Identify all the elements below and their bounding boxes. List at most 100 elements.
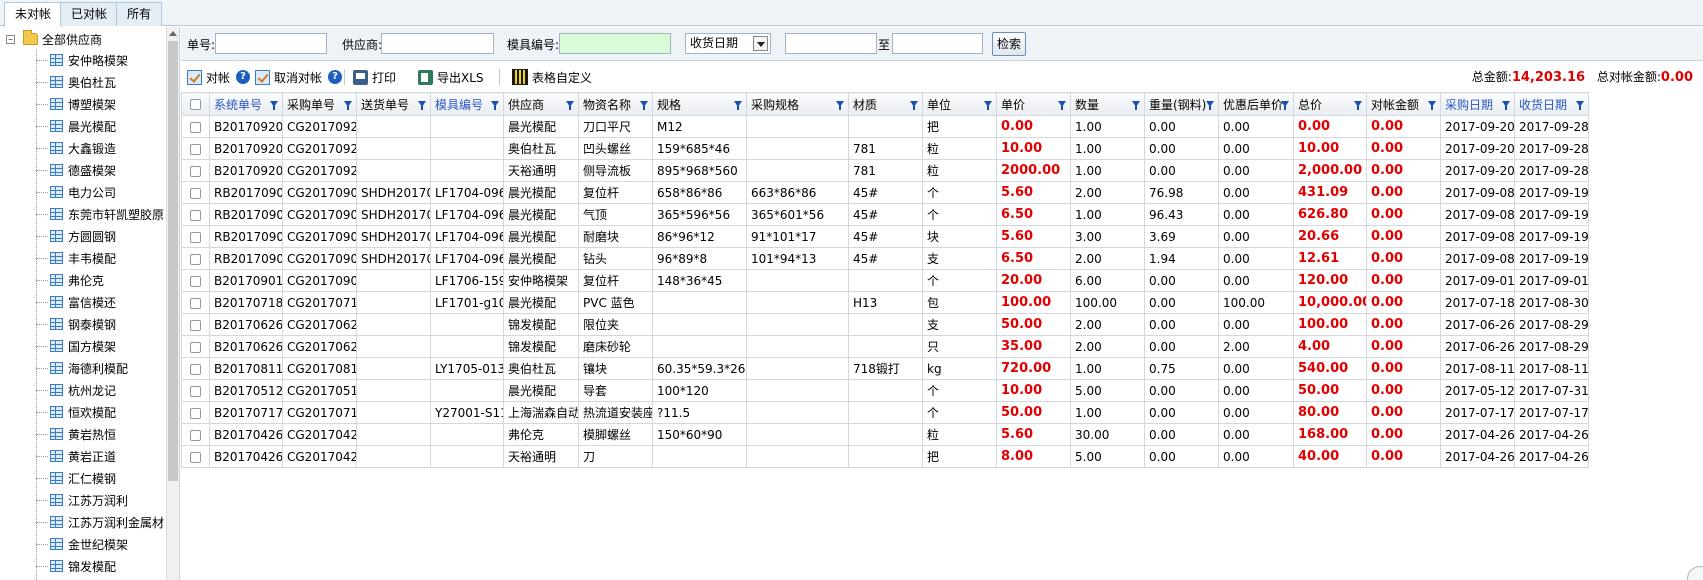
row-checkbox[interactable]	[190, 253, 201, 265]
tree-item-supplier[interactable]: 大鑫锻造	[0, 137, 164, 159]
tree-item-supplier[interactable]: 国方模架	[0, 335, 164, 357]
resize-handle[interactable]	[1687, 566, 1703, 580]
date-type-select[interactable]: 收货日期	[685, 33, 771, 54]
tree-item-supplier[interactable]: 富信模还	[0, 291, 164, 313]
order-no-input[interactable]	[215, 33, 327, 54]
column-header[interactable]: 重量(钢料)	[1144, 92, 1219, 116]
filter-icon[interactable]	[491, 101, 499, 110]
filter-icon[interactable]	[1132, 101, 1140, 110]
help-icon[interactable]: ?	[236, 70, 251, 84]
tree-item-supplier[interactable]: 钢泰模钢	[0, 313, 164, 335]
filter-icon[interactable]	[1281, 101, 1289, 110]
table-row[interactable]: B2017090100CG201709010 LF1706-159-1安仲略模架复…	[181, 269, 1589, 292]
tab-all[interactable]: 所有	[116, 2, 163, 26]
export-xls-button[interactable]: 导出XLS	[418, 68, 484, 86]
table-row[interactable]: B2017062600CG201706260锦发模配限位夹支50.002.000…	[181, 313, 1589, 336]
row-checkbox[interactable]	[190, 121, 201, 133]
date-from-input[interactable]	[785, 33, 877, 54]
row-checkbox[interactable]	[190, 165, 201, 177]
column-header[interactable]: 单位	[922, 92, 997, 116]
table-row[interactable]: RB20170908CG201709080SHDH201709LF1704-09…	[181, 247, 1589, 270]
column-header[interactable]: 数量	[1070, 92, 1145, 116]
help-icon[interactable]: ?	[328, 70, 343, 84]
filter-icon[interactable]	[418, 101, 426, 110]
row-checkbox[interactable]	[190, 407, 201, 419]
tree-item-supplier[interactable]: 江苏万润利	[0, 489, 164, 511]
row-checkbox[interactable]	[190, 297, 201, 309]
table-row[interactable]: B2017092000CG201709200 奥伯杜瓦凹头螺丝159*685*46…	[181, 137, 1589, 160]
table-row[interactable]: B2017042600CG201704260 弗伦克模脚螺丝150*60*90 粒5…	[181, 423, 1589, 446]
row-checkbox[interactable]	[190, 429, 201, 441]
tree-item-supplier[interactable]: 方圆圆钢	[0, 225, 164, 247]
tree-item-supplier[interactable]: 博塑模架	[0, 93, 164, 115]
row-checkbox[interactable]	[190, 143, 201, 155]
tree-item-supplier[interactable]: 金世纪模架	[0, 533, 164, 555]
tree-item-supplier[interactable]: 晨光模配	[0, 115, 164, 137]
tree-root[interactable]: − 全部供应商	[6, 30, 102, 47]
column-header[interactable]: 材质	[848, 92, 923, 116]
column-header[interactable]: 总价	[1293, 92, 1367, 116]
column-header[interactable]: 采购单号	[282, 92, 357, 116]
tree-item-supplier[interactable]: 德盛模架	[0, 159, 164, 181]
filter-icon[interactable]	[640, 101, 648, 110]
mold-no-input[interactable]	[559, 33, 671, 54]
tree-item-supplier[interactable]: 杭州龙记	[0, 379, 164, 401]
table-row[interactable]: RB20170908CG201709080SHDH201709LF1704-09…	[181, 203, 1589, 226]
filter-icon[interactable]	[270, 101, 278, 110]
search-button[interactable]: 检索	[992, 32, 1026, 56]
row-checkbox[interactable]	[190, 319, 201, 331]
date-to-input[interactable]	[892, 33, 983, 54]
tree-item-supplier[interactable]: 丰韦模配	[0, 247, 164, 269]
column-header[interactable]: 送货单号	[356, 92, 431, 116]
table-row[interactable]: B2017092000CG201709200晨光模配刀口平尺M12把0.001.…	[181, 115, 1589, 138]
tree-item-supplier[interactable]: 奥伯杜瓦	[0, 71, 164, 93]
supplier-input[interactable]	[381, 33, 494, 54]
print-button[interactable]: 打印	[353, 68, 396, 86]
column-header[interactable]: 系统单号	[209, 92, 283, 116]
tree-item-supplier[interactable]: 安仲略模架	[0, 49, 164, 71]
table-row[interactable]: B2017042600CG201704260天裕通明刀把8.005.000.00…	[181, 445, 1589, 468]
scroll-thumb[interactable]	[168, 41, 178, 481]
column-header[interactable]: 采购日期	[1440, 92, 1515, 116]
filter-icon[interactable]	[836, 101, 844, 110]
tree-item-supplier[interactable]: 黄岩正道	[0, 445, 164, 467]
filter-icon[interactable]	[1206, 101, 1214, 110]
tree-item-supplier[interactable]: 黄岩热恒	[0, 423, 164, 445]
column-header[interactable]: 单价	[996, 92, 1071, 116]
cancel-reconcile-button[interactable]: 取消对帐 ?	[255, 68, 343, 86]
filter-icon[interactable]	[1058, 101, 1066, 110]
tree-item-supplier[interactable]: 东莞市轩凯塑胶原	[0, 203, 164, 225]
row-checkbox[interactable]	[190, 363, 201, 375]
collapse-icon[interactable]: −	[6, 34, 15, 44]
row-checkbox[interactable]	[190, 187, 201, 199]
column-header[interactable]: 收货日期	[1514, 92, 1589, 116]
custom-columns-button[interactable]: 表格自定义	[512, 68, 592, 86]
column-header[interactable]: 规格	[652, 92, 747, 116]
table-row[interactable]: B2017071800CG201707180 LF1701-g10晨光模配PVC …	[181, 291, 1589, 314]
tree-item-supplier[interactable]: 汇仁模钢	[0, 467, 164, 489]
row-checkbox[interactable]	[190, 451, 201, 463]
row-checkbox[interactable]	[190, 209, 201, 221]
column-header[interactable]: 对帐金额	[1366, 92, 1441, 116]
column-header[interactable]: 供应商	[503, 92, 579, 116]
column-header[interactable]: 模具编号	[430, 92, 504, 116]
tree-item-supplier[interactable]: 恒欢模配	[0, 401, 164, 423]
tree-item-supplier[interactable]: 锦发模配	[0, 555, 164, 577]
tree-item-supplier[interactable]: 海德利模配	[0, 357, 164, 379]
filter-icon[interactable]	[734, 101, 742, 110]
filter-icon[interactable]	[1354, 101, 1362, 110]
column-header[interactable]: 物资名称	[578, 92, 653, 116]
table-row[interactable]: B2017051200CG201705120 晨光模配导套100*120 个10.0…	[181, 379, 1589, 402]
tab-reconciled[interactable]: 已对帐	[60, 2, 119, 26]
table-row[interactable]: B2017071700CG201707170 Y27001-S11上海湍森自动化热…	[181, 401, 1589, 424]
row-checkbox[interactable]	[190, 231, 201, 243]
tree-item-supplier[interactable]: 江苏万润利金属材	[0, 511, 164, 533]
tab-unreconciled[interactable]: 未对帐	[4, 2, 63, 27]
table-row[interactable]: B2017062600CG201706260锦发模配磨床砂轮只35.002.00…	[181, 335, 1589, 358]
tree-item-supplier[interactable]: 电力公司	[0, 181, 164, 203]
select-all-checkbox[interactable]	[190, 99, 201, 110]
filter-icon[interactable]	[344, 101, 352, 110]
filter-icon[interactable]	[910, 101, 918, 110]
column-header[interactable]: 优惠后单价	[1218, 92, 1294, 116]
tree-scrollbar[interactable]	[166, 27, 179, 580]
